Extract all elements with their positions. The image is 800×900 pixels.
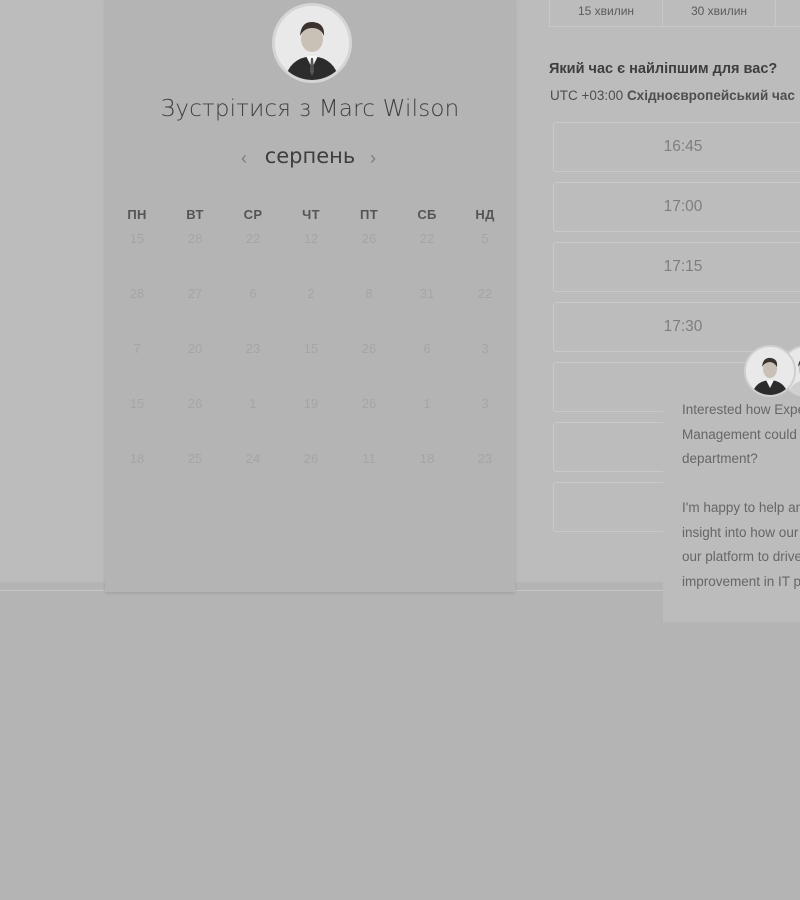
timezone-offset: UTC +03:00 bbox=[550, 88, 624, 103]
time-question: Який час є найліпшим для вас? bbox=[549, 61, 778, 77]
month-navigator: ‹ серпень › bbox=[105, 144, 515, 174]
chevron-left-icon[interactable]: ‹ bbox=[241, 148, 247, 168]
calendar-day[interactable]: 3 bbox=[456, 396, 514, 411]
calendar-day[interactable]: 22 bbox=[224, 231, 282, 246]
timezone-label[interactable]: UTC +03:00 Східноєвропейський час bbox=[550, 88, 795, 103]
time-slot-button[interactable]: 17:15 bbox=[553, 242, 800, 292]
chat-message[interactable]: Interested how Expert Management could h… bbox=[682, 398, 800, 594]
calendar-day[interactable]: 22 bbox=[398, 231, 456, 246]
person-photo-icon bbox=[275, 6, 349, 80]
calendar-day[interactable]: 5 bbox=[456, 231, 514, 246]
calendar-day[interactable]: 26 bbox=[166, 396, 224, 411]
duration-15-button[interactable]: 15 хвилин bbox=[550, 0, 663, 26]
calendar-day[interactable]: 27 bbox=[166, 286, 224, 301]
calendar-week: 28 27 6 2 8 31 22 bbox=[108, 286, 514, 301]
weekday-label: ЧТ bbox=[302, 207, 320, 222]
calendar-day[interactable]: 20 bbox=[166, 341, 224, 356]
duration-30-button[interactable]: 30 хвилин bbox=[663, 0, 776, 26]
calendar-week: 7 20 23 15 26 6 3 bbox=[108, 341, 514, 356]
calendar-day[interactable]: 2 bbox=[282, 286, 340, 301]
weekday-label: ПТ bbox=[360, 207, 378, 222]
time-slot-button[interactable]: 16:45 bbox=[553, 122, 800, 172]
calendar-day[interactable]: 12 bbox=[282, 231, 340, 246]
month-label: серпень bbox=[264, 144, 356, 168]
calendar-day[interactable]: 25 bbox=[166, 451, 224, 466]
chat-paragraph: Interested how Expert Management could h… bbox=[682, 402, 800, 466]
chevron-right-icon[interactable]: › bbox=[370, 148, 376, 168]
timezone-name: Східноєвропейський час bbox=[626, 88, 795, 103]
weekday-label: ПН bbox=[127, 207, 147, 222]
calendar-week: 15 28 22 12 26 22 5 bbox=[108, 231, 514, 246]
calendar-day[interactable]: 26 bbox=[340, 231, 398, 246]
time-slot-button[interactable]: 17:30 bbox=[553, 302, 800, 352]
chat-paragraph: I'm happy to help and give you insight i… bbox=[682, 500, 800, 589]
calendar-week: 18 25 24 26 11 18 23 bbox=[108, 451, 514, 466]
calendar-day[interactable]: 31 bbox=[398, 286, 456, 301]
host-avatar bbox=[272, 3, 352, 83]
calendar-day[interactable]: 15 bbox=[282, 341, 340, 356]
time-slot-button[interactable]: 17:00 bbox=[553, 182, 800, 232]
calendar-day[interactable]: 23 bbox=[224, 341, 282, 356]
agent-avatar[interactable] bbox=[744, 345, 796, 397]
calendar-day[interactable]: 15 bbox=[108, 396, 166, 411]
calendar-day[interactable]: 8 bbox=[340, 286, 398, 301]
weekday-label: НД bbox=[475, 207, 495, 222]
calendar-day[interactable]: 6 bbox=[398, 341, 456, 356]
calendar-day[interactable]: 1 bbox=[398, 396, 456, 411]
calendar-day[interactable]: 26 bbox=[282, 451, 340, 466]
weekday-label: ВТ bbox=[186, 207, 204, 222]
calendar-day[interactable]: 18 bbox=[398, 451, 456, 466]
calendar-day[interactable]: 28 bbox=[108, 286, 166, 301]
calendar-day[interactable]: 26 bbox=[340, 341, 398, 356]
weekday-header: ПН ВТ СР ЧТ ПТ СБ НД bbox=[108, 207, 514, 222]
weekday-label: СР bbox=[243, 207, 263, 222]
calendar-day[interactable]: 28 bbox=[166, 231, 224, 246]
calendar-day[interactable]: 24 bbox=[224, 451, 282, 466]
calendar-day[interactable]: 23 bbox=[456, 451, 514, 466]
calendar-day[interactable]: 7 bbox=[108, 341, 166, 356]
calendar-week: 15 26 1 19 26 1 3 bbox=[108, 396, 514, 411]
calendar-day[interactable]: 18 bbox=[108, 451, 166, 466]
person-photo-icon bbox=[746, 347, 794, 395]
calendar-day[interactable]: 1 bbox=[224, 396, 282, 411]
calendar-day[interactable]: 22 bbox=[456, 286, 514, 301]
meeting-title: Зустрітися з Marc Wilson bbox=[160, 96, 460, 122]
weekday-label: СБ bbox=[417, 207, 437, 222]
calendar-day[interactable]: 3 bbox=[456, 341, 514, 356]
calendar-day[interactable]: 19 bbox=[282, 396, 340, 411]
calendar-day[interactable]: 11 bbox=[340, 451, 398, 466]
calendar-day[interactable]: 6 bbox=[224, 286, 282, 301]
calendar-day[interactable]: 15 bbox=[108, 231, 166, 246]
calendar-day[interactable]: 26 bbox=[340, 396, 398, 411]
duration-tabs: 15 хвилин 30 хвилин bbox=[549, 0, 800, 27]
